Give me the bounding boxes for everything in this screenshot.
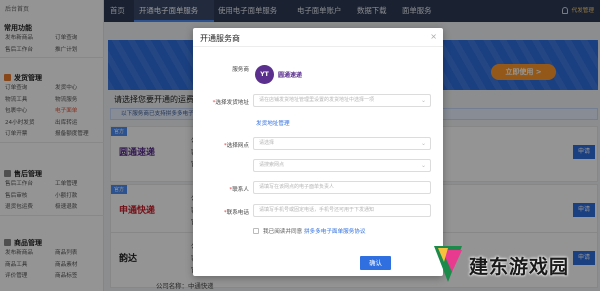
modal-title: 开通服务商 [200, 34, 240, 43]
phone-input[interactable]: 请填写手机号或固定电话，手机号还可用于下发通知 [253, 204, 431, 217]
watermark-logo-icon [434, 246, 462, 282]
close-icon[interactable]: × [430, 32, 437, 41]
app-root: 后台首页 常用功能 发布新商品 订单查询 售后工作台 推广计划 发货管理 订单查… [0, 0, 600, 291]
agreement-link[interactable]: 拼多多电子面单服务协议 [304, 229, 366, 235]
watermark-text: 建东游戏园 [469, 256, 570, 278]
yto-logo: YT [255, 65, 274, 84]
agree-text: 我已阅读并同意 拼多多电子面单服务协议 [263, 229, 366, 235]
branch-label: *选择网点 [223, 143, 249, 149]
address-select[interactable]: 请在店铺发货地址管理里设置的发货地址中选择一项 ⌄ [253, 94, 431, 107]
branch-select[interactable]: 请选择 ⌄ [253, 137, 431, 150]
address-manage-link[interactable]: 发货地址管理 [256, 119, 290, 127]
site-watermark: 建东游戏园 [428, 240, 600, 288]
chevron-down-icon: ⌄ [420, 140, 426, 147]
address-label: *选择发货地址 [212, 100, 249, 106]
chevron-down-icon: ⌄ [420, 97, 426, 104]
contact-label: *联系人 [229, 187, 249, 193]
open-provider-modal: 开通服务商 × 服务商 YT 圆通速递 *选择发货地址 请在店铺发货地址管理里设… [193, 28, 443, 276]
provider-label: 服务商 [232, 67, 249, 73]
branch-search-select[interactable]: 请搜索网点 ⌄ [253, 159, 431, 172]
chevron-down-icon: ⌄ [420, 162, 426, 169]
contact-input[interactable]: 请填写在该网点的电子面单负责人 [253, 181, 431, 194]
agree-checkbox[interactable] [253, 228, 259, 234]
phone-label: *联系电话 [223, 210, 249, 216]
confirm-button[interactable]: 确认 [360, 256, 391, 270]
provider-name: 圆通速递 [278, 72, 303, 79]
